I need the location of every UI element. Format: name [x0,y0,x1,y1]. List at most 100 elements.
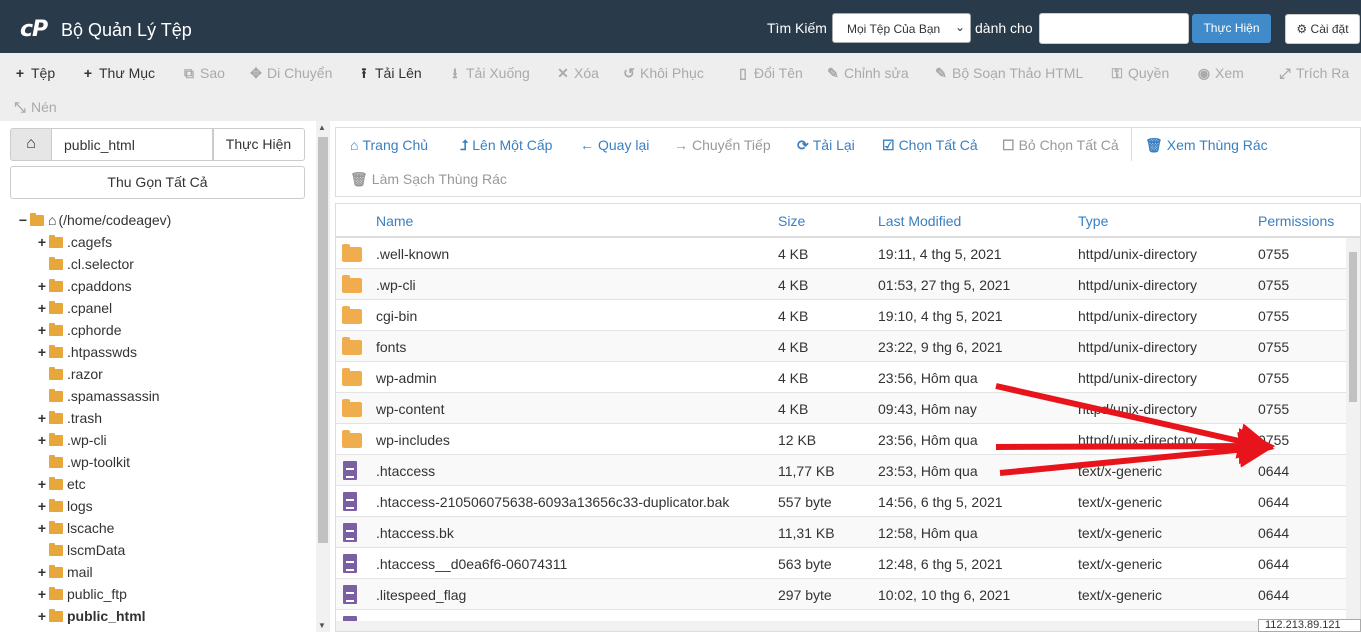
toolbar-plus-button[interactable]: + Tệp [12,63,55,83]
tree-item[interactable]: + .cagefs [36,231,112,253]
cell-name[interactable]: .wp-cli [376,277,416,293]
tree-item[interactable]: .spamassassin [36,385,160,407]
toolbar-eye-button[interactable]: ◉ Xem [1196,63,1244,83]
toolbar-download-button[interactable]: ⭳ Tải Xuống [447,63,530,83]
nav-home-button[interactable]: ⌂ Trang Chủ [350,135,428,155]
cell-name[interactable]: wp-admin [376,370,437,386]
expand-icon[interactable]: + [36,231,48,253]
tree-item[interactable]: + public_html [36,605,146,627]
expand-icon[interactable]: + [36,495,48,517]
nav-unchecked-box-button[interactable]: ☐ Bỏ Chọn Tất Cả [1002,135,1119,155]
cell-name[interactable]: .htaccess-210506075638-6093a13656c33-dup… [376,494,729,510]
cell-name[interactable]: cgi-bin [376,308,417,324]
table-row[interactable]: .htaccess 11,77 KB 23:53, Hôm qua text/x-ge… [336,455,1346,486]
toolbar-extract-button[interactable]: ⤢ Trích Ra [1277,63,1349,83]
horizontal-scrollbar[interactable] [336,621,1346,631]
tree-item[interactable]: + logs [36,495,93,517]
collapse-all-button[interactable]: Thu Gọn Tất Cả [10,166,305,199]
search-go-button[interactable]: Thực Hiện [1192,14,1271,43]
expand-icon[interactable]: + [36,297,48,319]
cell-name[interactable]: fonts [376,339,406,355]
tree-item[interactable]: + etc [36,473,86,495]
settings-button[interactable]: ⚙ Cài đặt [1285,14,1360,44]
tree-item[interactable]: + public_ftp [36,583,127,605]
expand-icon[interactable]: + [36,341,48,363]
table-row[interactable]: wp-content 4 KB 09:43, Hôm nay httpd/unix-d… [336,393,1346,424]
expand-icon[interactable]: + [36,583,48,605]
tree-item[interactable]: + .wp-cli [36,429,107,451]
tree-item[interactable]: lscmData [36,539,125,561]
toolbar-pencil-button[interactable]: ✎ Chỉnh sửa [825,63,909,83]
nav-level-up-button[interactable]: ⮥ Lên Một Cấp [460,135,552,155]
toolbar-move-button[interactable]: ✥ Di Chuyển [248,63,332,83]
path-input[interactable]: public_html [51,128,214,161]
expand-icon[interactable]: + [36,561,48,583]
table-row[interactable]: fonts 4 KB 23:22, 9 thg 6, 2021 httpd/unix-… [336,331,1346,362]
table-row[interactable]: .litespeed_flag 297 byte 10:02, 10 thg 6, … [336,579,1346,610]
scroll-up-icon[interactable]: ▲ [318,123,326,132]
sidebar-scrollbar[interactable]: ▲ ▼ [316,121,330,632]
tree-item[interactable]: + lscache [36,517,115,539]
scroll-down-icon[interactable]: ▼ [318,621,326,630]
table-row[interactable]: .htaccess.bk 11,31 KB 12:58, Hôm qua text/x… [336,517,1346,548]
expand-icon[interactable]: + [36,429,48,451]
tree-item[interactable]: + .trash [36,407,102,429]
tree-item[interactable]: − ⌂ (/home/codeagev) [17,209,171,231]
expand-icon[interactable]: + [36,407,48,429]
toolbar-copy-button[interactable]: ⧉ Sao [181,63,225,83]
nav-trash-button[interactable]: 🗑 Xem Thùng Rác [1145,135,1268,155]
toolbar-key-button[interactable]: ⚿ Quyền [1109,63,1170,83]
cell-name[interactable]: wp-content [376,401,444,417]
search-input[interactable] [1039,13,1189,44]
toolbar-html-editor-button[interactable]: ✎ Bộ Soạn Thảo HTML [933,63,1083,83]
tree-item[interactable]: .cl.selector [36,253,134,275]
toolbar-restore-button[interactable]: ↺ Khôi Phục [621,63,704,83]
tree-item[interactable]: + .cpaddons [36,275,132,297]
cpanel-logo[interactable]: cP [20,17,48,42]
nav-checked-box-button[interactable]: ☑ Chọn Tất Cả [882,135,978,155]
toolbar-compress-button[interactable]: ⤡ Nén [12,97,56,117]
table-row[interactable]: .htaccess-210506075638-6093a13656c33-dup… [336,486,1346,517]
nav-refresh-button[interactable]: ⟳ Tải Lại [797,135,855,155]
search-scope-select[interactable]: Mọi Tệp Của Bạn ⌄ [832,13,971,43]
collapse-icon[interactable]: − [17,209,29,231]
table-row[interactable]: .well-known 4 KB 19:11, 4 thg 5, 2021 httpd… [336,238,1346,269]
table-row[interactable]: wp-admin 4 KB 23:56, Hôm qua httpd/unix-dir… [336,362,1346,393]
nav-back-arrow-button[interactable]: ← Quay lại [580,135,649,155]
toolbar-plus-button[interactable]: + Thư Mục [80,63,155,83]
tree-item[interactable]: + mail [36,561,93,583]
nav-forward-arrow-button[interactable]: → Chuyển Tiếp [674,135,771,155]
tree-item[interactable]: + .cpanel [36,297,112,319]
tree-item[interactable]: .wp-toolkit [36,451,130,473]
nav-trash-button[interactable]: 🗑 Làm Sạch Thùng Rác [350,169,507,189]
expand-icon[interactable]: + [36,473,48,495]
toolbar-rename-button[interactable]: ▯ Đổi Tên [735,63,803,83]
table-scrollbar[interactable] [1346,238,1360,631]
toolbar-upload-button[interactable]: ⭱ Tải Lên [356,63,422,83]
tree-item[interactable]: + .htpasswds [36,341,137,363]
table-row[interactable]: .htaccess__d0ea6f6-06074311 563 byte 12:48… [336,548,1346,579]
expand-icon[interactable]: + [36,605,48,627]
expand-icon[interactable]: + [36,319,48,341]
table-row[interactable]: wp-includes 12 KB 23:56, Hôm qua httpd/unix… [336,424,1346,455]
column-header-size[interactable]: Size [778,213,805,229]
column-header-name[interactable]: Name [376,213,413,229]
scrollbar-thumb[interactable] [1349,252,1357,402]
table-row[interactable]: cgi-bin 4 KB 19:10, 4 thg 5, 2021 httpd/uni… [336,300,1346,331]
expand-icon[interactable]: + [36,517,48,539]
cell-name[interactable]: .well-known [376,246,449,262]
column-header-perms[interactable]: Permissions [1258,213,1334,229]
tree-item[interactable]: .razor [36,363,103,385]
column-header-modified[interactable]: Last Modified [878,213,961,229]
path-go-button[interactable]: Thực Hiện [212,128,305,161]
cell-name[interactable]: .htaccess [376,463,435,479]
cell-name[interactable]: wp-includes [376,432,450,448]
table-row[interactable]: .wp-cli 4 KB 01:53, 27 thg 5, 2021 httpd/un… [336,269,1346,300]
toolbar-delete-button[interactable]: ✕ Xóa [555,63,599,83]
cell-name[interactable]: .litespeed_flag [376,587,466,603]
column-header-type[interactable]: Type [1078,213,1108,229]
cell-name[interactable]: .htaccess__d0ea6f6-06074311 [376,556,567,572]
expand-icon[interactable]: + [36,275,48,297]
scrollbar-thumb[interactable] [318,137,328,543]
cell-name[interactable]: .htaccess.bk [376,525,454,541]
